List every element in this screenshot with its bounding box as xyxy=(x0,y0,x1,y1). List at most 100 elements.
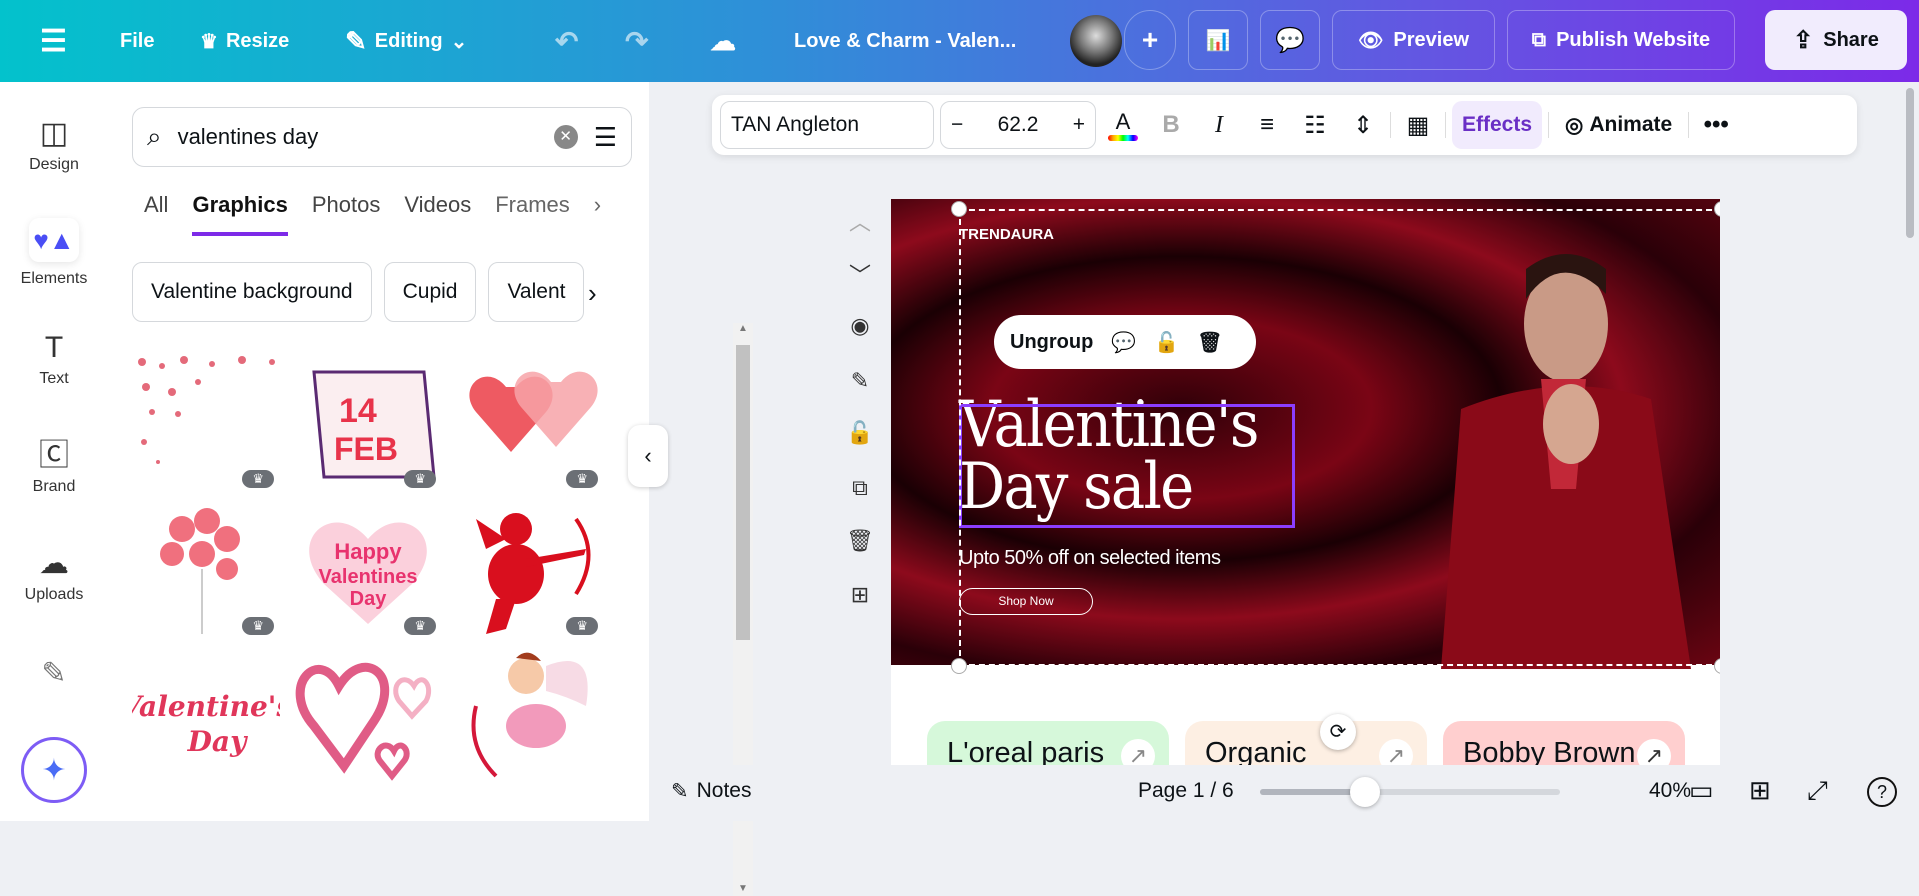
rail-item-brand[interactable]: 🄲 Brand xyxy=(0,434,108,496)
rail-item-design[interactable]: ◫ Design xyxy=(0,112,108,174)
delete-page-icon[interactable]: 🗑 xyxy=(845,528,875,554)
cloud-saved-icon[interactable]: ☁ xyxy=(710,0,736,82)
graphic-brush-hearts[interactable] xyxy=(294,646,442,786)
document-title[interactable]: Love & Charm - Valen... xyxy=(794,0,1016,82)
comments-button[interactable]: 💬 xyxy=(1260,10,1320,70)
page-view-icon[interactable]: ▭ xyxy=(1689,775,1714,806)
font-size-stepper: − 62.2 + xyxy=(940,101,1096,149)
add-collaborator-button[interactable]: + xyxy=(1124,10,1176,70)
magic-assistant-button[interactable]: ✦ xyxy=(21,737,87,803)
chevron-down-icon: ⌄ xyxy=(450,30,468,53)
decrease-size-button[interactable]: − xyxy=(951,113,963,137)
chip[interactable]: Valentine background xyxy=(132,262,372,322)
collapse-panel-button[interactable]: ‹ xyxy=(628,425,668,487)
graphic-hearts-corner[interactable]: ♛ xyxy=(132,352,280,492)
premium-crown-icon: ♛ xyxy=(242,617,274,635)
graphic-two-hearts[interactable]: ♛ xyxy=(456,352,604,492)
graphic-valentines-script[interactable]: Valentine'sDay xyxy=(120,646,292,786)
italic-icon[interactable]: I xyxy=(1198,104,1240,146)
rail-item-text[interactable]: T Text xyxy=(0,326,108,388)
publish-website-button[interactable]: ⧉ Publish Website xyxy=(1507,10,1735,70)
page-up-icon[interactable]: ︿ xyxy=(845,205,875,237)
file-menu[interactable]: File xyxy=(120,0,154,82)
rail-item-uploads[interactable]: ☁ Uploads xyxy=(0,542,108,604)
fullscreen-icon[interactable]: ⤢ xyxy=(1807,775,1828,807)
avatar[interactable] xyxy=(1070,0,1122,82)
help-icon[interactable]: ? xyxy=(1867,777,1897,807)
eye-icon: 👁 xyxy=(1358,29,1384,52)
font-size-input[interactable]: 62.2 xyxy=(998,113,1039,137)
notes-edit-icon[interactable]: ✎ xyxy=(845,368,875,394)
notes-button[interactable]: ✎ Notes xyxy=(671,779,751,804)
graphic-happy-valentines[interactable]: Happy Valentines Day ♛ xyxy=(294,499,442,639)
resize-handle[interactable] xyxy=(1714,658,1720,674)
tabs-next-icon[interactable]: › xyxy=(594,192,601,236)
effects-button[interactable]: Effects xyxy=(1452,101,1543,149)
scrollbar-thumb[interactable] xyxy=(736,345,750,640)
insights-button[interactable]: 📊 xyxy=(1188,10,1248,70)
redo-icon[interactable]: ↷ xyxy=(625,0,648,82)
brush-hearts-graphic xyxy=(295,662,432,781)
duplicate-page-icon[interactable]: ⧉ xyxy=(845,475,875,501)
rotate-handle-icon[interactable]: ⟳ xyxy=(1320,714,1356,750)
text-color-icon[interactable]: A xyxy=(1102,104,1144,146)
chip[interactable]: Valent xyxy=(488,262,585,322)
layout-icon: ◫ xyxy=(39,117,69,150)
editing-dropdown[interactable]: ✎ Editing ⌄ xyxy=(345,0,467,82)
align-left-icon[interactable]: ≡ xyxy=(1246,104,1288,146)
group-selection-box xyxy=(959,209,1720,666)
menu-icon[interactable]: ☰ xyxy=(40,0,67,82)
filter-icon[interactable]: ☰ xyxy=(594,122,617,153)
brand-card[interactable]: Bobby Brown ↗ xyxy=(1443,721,1685,765)
premium-crown-icon: ♛ xyxy=(404,470,436,488)
resize-button[interactable]: ♛ Resize xyxy=(200,0,289,82)
bold-icon[interactable]: B xyxy=(1150,104,1192,146)
share-button[interactable]: ⇪ Share xyxy=(1765,10,1907,70)
chip[interactable]: Cupid xyxy=(383,262,477,322)
brand-card[interactable]: L'oreal paris ↗ xyxy=(927,721,1169,765)
brand-card[interactable]: Organic ↗ xyxy=(1185,721,1427,765)
brand-icon: 🄲 xyxy=(39,439,69,472)
elements-panel: ⌕ valentines day ✕ ☰ All Graphics Photos… xyxy=(108,82,753,896)
tab-graphics[interactable]: Graphics xyxy=(192,192,288,236)
animate-button[interactable]: ◎ Animate xyxy=(1555,101,1682,149)
comment-icon: 💬 xyxy=(1275,26,1305,54)
preview-button[interactable]: 👁 Preview xyxy=(1332,10,1495,70)
design-canvas[interactable]: TRENDAURA Valentine's Day sale Upto 50% o… xyxy=(891,199,1720,765)
page-down-icon[interactable]: ﹀ xyxy=(845,258,875,290)
graphic-cupid-red[interactable]: ♛ xyxy=(456,499,604,639)
bar-chart-icon: 📊 xyxy=(1205,29,1231,52)
graphic-heart-balloons[interactable]: ♛ xyxy=(132,499,280,639)
font-family-select[interactable]: TAN Angleton xyxy=(720,101,934,149)
zoom-slider-thumb[interactable] xyxy=(1350,777,1380,807)
tab-frames[interactable]: Frames xyxy=(495,192,570,236)
tab-photos[interactable]: Photos xyxy=(312,192,381,236)
resize-handle[interactable] xyxy=(951,201,967,217)
zoom-level[interactable]: 40% xyxy=(1649,779,1691,803)
chips-next-icon[interactable]: › xyxy=(588,278,597,309)
undo-icon[interactable]: ↶ xyxy=(555,0,578,82)
zoom-slider[interactable] xyxy=(1260,777,1560,807)
rail-item-elements[interactable]: ♥▲ Elements xyxy=(0,218,108,288)
resize-handle[interactable] xyxy=(951,658,967,674)
clear-search-icon[interactable]: ✕ xyxy=(553,125,578,149)
transparency-icon[interactable]: ▦ xyxy=(1397,104,1439,146)
add-page-icon[interactable]: ⊞ xyxy=(845,582,875,608)
spacing-icon[interactable]: ⇕ xyxy=(1342,104,1384,146)
increase-size-button[interactable]: + xyxy=(1073,113,1085,137)
scroll-down-icon[interactable]: ▼ xyxy=(733,883,753,894)
tab-all[interactable]: All xyxy=(144,192,168,236)
rail-item-draw[interactable]: ✎ xyxy=(0,652,108,696)
grid-view-icon[interactable]: ⊞ xyxy=(1749,775,1771,806)
graphic-cupid-cartoon[interactable] xyxy=(456,646,604,786)
search-input[interactable]: ⌕ valentines day ✕ ☰ xyxy=(132,107,632,167)
graphic-calendar[interactable]: 14 FEB ♛ xyxy=(294,352,442,492)
more-options-icon[interactable]: ••• xyxy=(1695,104,1737,146)
lock-icon[interactable]: 🔓 xyxy=(845,420,875,446)
list-icon[interactable]: ☷ xyxy=(1294,104,1336,146)
canvas-scrollbar[interactable] xyxy=(1906,88,1914,238)
hide-icon[interactable]: ◉ xyxy=(845,313,875,339)
tab-videos[interactable]: Videos xyxy=(404,192,471,236)
page-indicator[interactable]: Page 1 / 6 xyxy=(1138,779,1234,803)
scroll-up-icon[interactable]: ▲ xyxy=(733,323,753,334)
